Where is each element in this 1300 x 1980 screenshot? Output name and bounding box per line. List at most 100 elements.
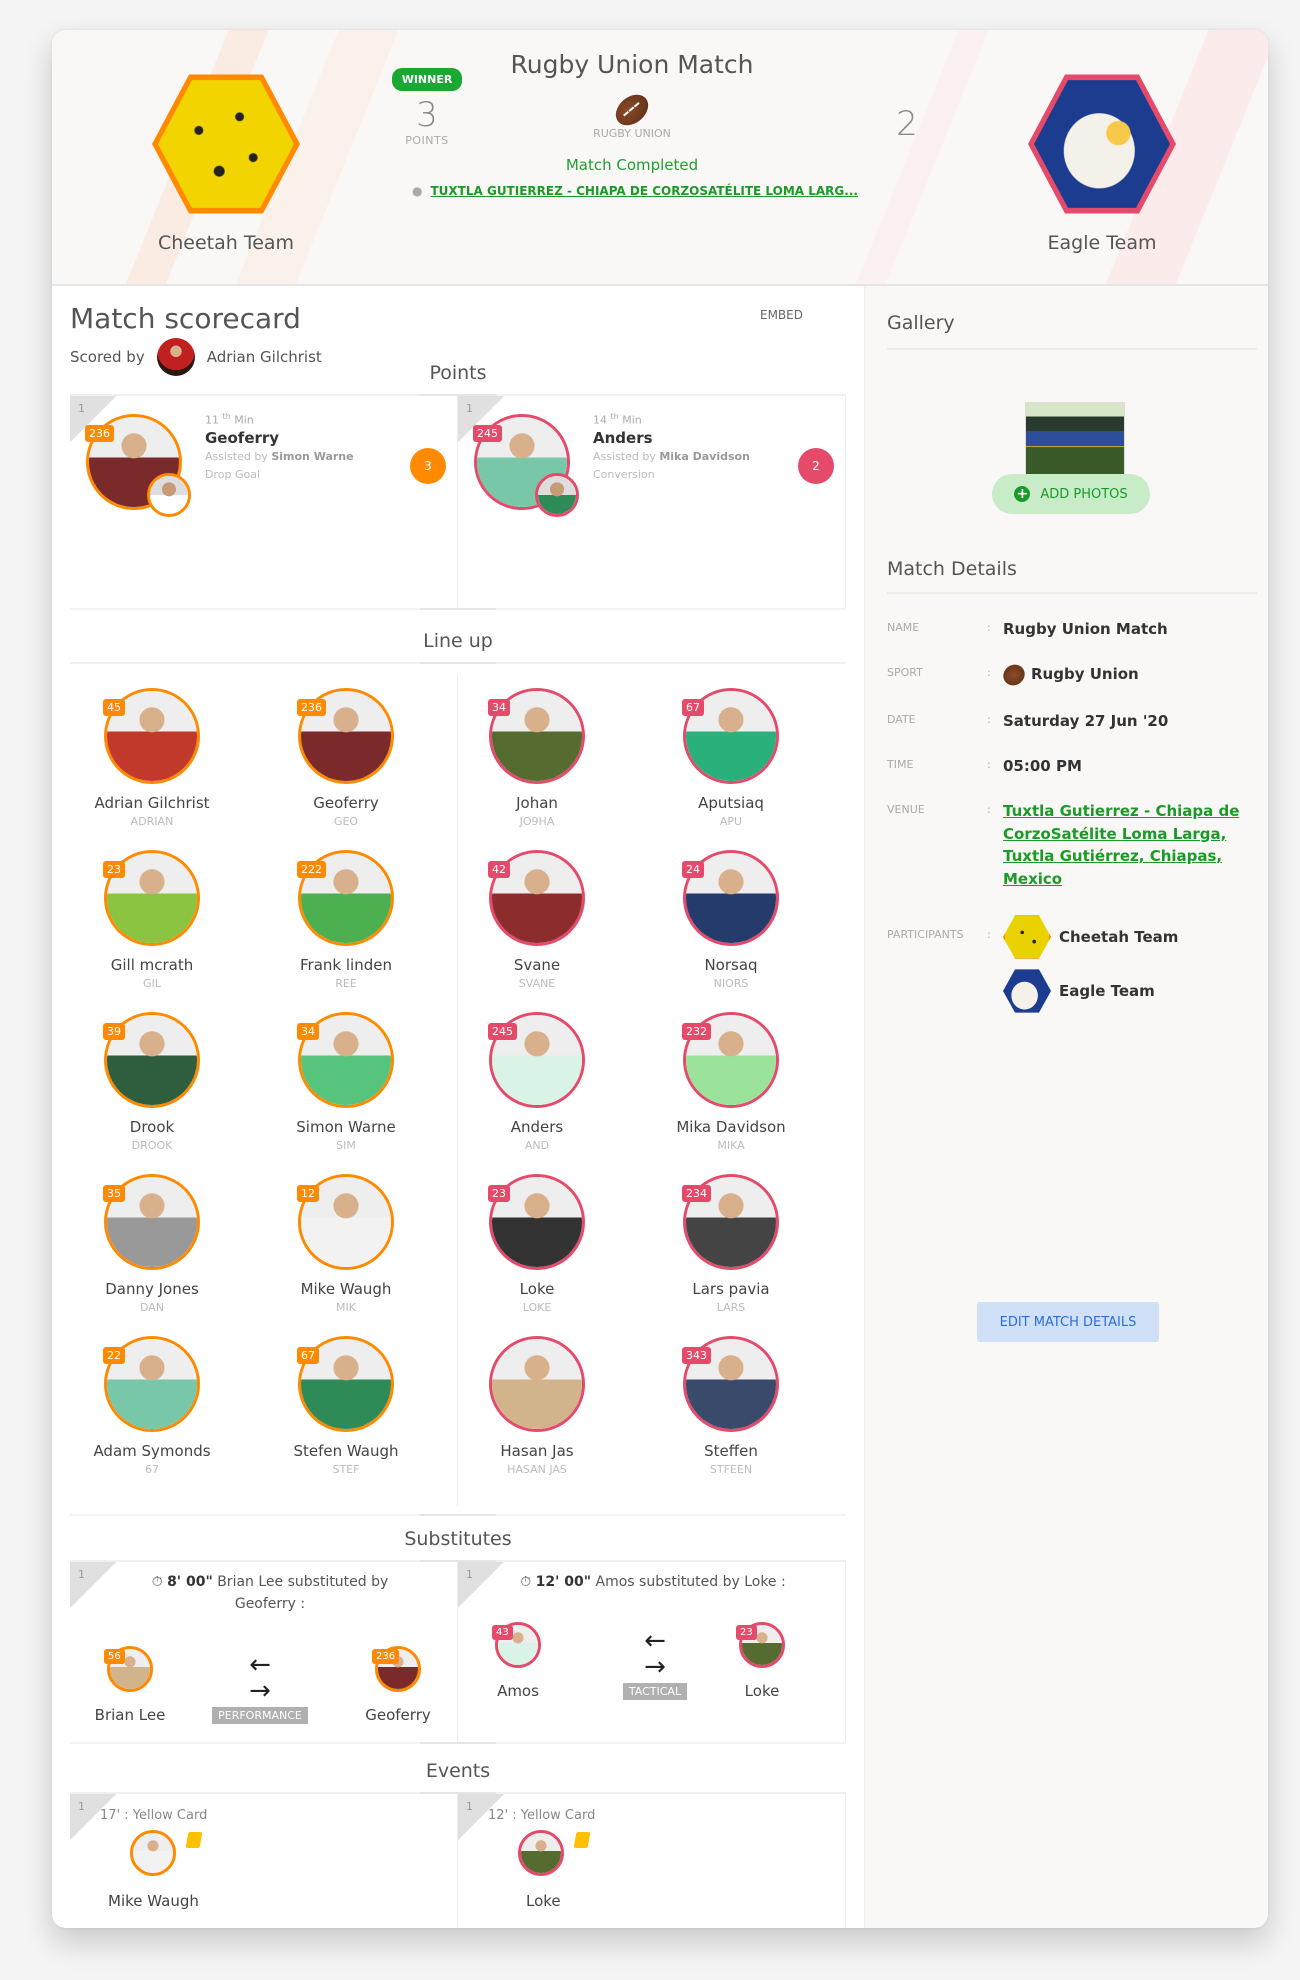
substitution-text: ⏱ 8' 00" Brian Lee substituted by Geofer… [140, 1572, 400, 1615]
detail-name: NAME : Rugby Union Match [887, 618, 1257, 641]
player-name: Hasan Jas [500, 1442, 574, 1460]
add-photos-button[interactable]: + ADD PHOTOS [992, 474, 1150, 514]
player-avatar[interactable]: 23 [103, 850, 200, 946]
minute-suffix: th [610, 412, 619, 421]
event-player-name[interactable]: Loke [526, 1892, 561, 1910]
home-team-name: Cheetah Team [157, 232, 295, 254]
lineup-player[interactable]: 23 Loke LOKE [447, 1174, 627, 1314]
player-avatar[interactable]: 43 [492, 1622, 541, 1668]
player-avatar[interactable]: 236 [372, 1646, 421, 1692]
lineup-player[interactable]: 24 Norsaq NIORS [641, 850, 821, 990]
venue-text[interactable]: TUXTLA GUTIERREZ - CHIAPA DE CORZOSATÉLI… [430, 184, 857, 198]
clock-icon: ⏱ [520, 1574, 536, 1590]
player-avatar[interactable]: 45 [103, 688, 200, 784]
venue-link[interactable]: Tuxtla Gutierrez - Chiapa de CorzoSatéli… [1003, 800, 1257, 890]
player-avatar[interactable]: 234 [682, 1174, 779, 1270]
jersey-number-badge: 222 [297, 861, 326, 878]
assist-avatar[interactable] [147, 473, 191, 517]
player-avatar[interactable]: 23 [488, 1174, 585, 1270]
scorer-name[interactable]: Anders [593, 429, 750, 447]
home-team[interactable]: Cheetah Team [116, 70, 336, 254]
lineup-player[interactable]: 67 Aputsiaq APU [641, 688, 821, 828]
player-avatar[interactable]: 39 [103, 1012, 200, 1108]
player-avatar[interactable]: 42 [488, 850, 585, 946]
player-photo [538, 476, 576, 514]
detail-participants: PARTICIPANTS : Cheetah Team Eagle Team [887, 914, 1257, 1022]
substitution-out-player[interactable]: 43 Amos [468, 1622, 568, 1700]
player-avatar[interactable]: 34 [488, 688, 585, 784]
player-photo [133, 1833, 173, 1873]
scorecard-panel: Match scorecard EMBED Scored by Adrian G… [52, 286, 864, 1928]
lineup-player[interactable]: 236 Geoferry GEO [256, 688, 436, 828]
player-avatar[interactable]: 56 [104, 1646, 153, 1692]
lineup-player[interactable]: 42 Svane SVANE [447, 850, 627, 990]
detail-colon: : [987, 713, 991, 726]
jersey-number-badge: 24 [682, 861, 704, 878]
assist-avatar[interactable] [535, 473, 579, 517]
lineup-player[interactable]: 12 Mike Waugh MIK [256, 1174, 436, 1314]
lineup-player[interactable]: 34 Simon Warne SIM [256, 1012, 436, 1152]
player-avatar[interactable]: 67 [297, 1336, 394, 1432]
player-avatar[interactable]: 343 [682, 1336, 779, 1432]
assist-name[interactable]: Simon Warne [271, 450, 353, 463]
player-avatar[interactable]: 236 [85, 414, 191, 517]
match-card: Cheetah Team WINNER 3 POINTS Rugby Union… [52, 30, 1268, 1928]
lineup-player[interactable]: 45 Adrian Gilchrist ADRIAN [62, 688, 242, 828]
away-score: 2 [862, 100, 952, 143]
period-corner: 1 [70, 1562, 116, 1608]
player-name: Aputsiaq [698, 794, 764, 812]
participant-item[interactable]: Cheetah Team [1003, 914, 1257, 960]
substitution-text: ⏱ 12' 00" Amos substituted by Loke : [498, 1572, 808, 1594]
detail-date: DATE : Saturday 27 Jun '20 [887, 710, 1257, 733]
substitution-in-player[interactable]: 236 Geoferry [348, 1646, 448, 1724]
lineup-player[interactable]: Hasan Jas HASAN JAS [447, 1336, 627, 1476]
event-player-name[interactable]: Mike Waugh [108, 1892, 199, 1910]
substitution-out-player[interactable]: 56 Brian Lee [80, 1646, 180, 1724]
player-avatar[interactable]: 12 [297, 1174, 394, 1270]
player-avatar[interactable]: 22 [103, 1336, 200, 1432]
embed-button[interactable]: EMBED [760, 308, 803, 322]
player-avatar[interactable]: 222 [297, 850, 394, 946]
player-avatar[interactable]: 34 [297, 1012, 394, 1108]
player-name: Loke [519, 1280, 555, 1298]
lineup-player[interactable]: 22 Adam Symonds 67 [62, 1336, 242, 1476]
lineup-player[interactable]: 222 Frank linden REE [256, 850, 436, 990]
lineup-player[interactable]: 234 Lars pavia LARS [641, 1174, 821, 1314]
lineup-player[interactable]: 67 Stefen Waugh STEF [256, 1336, 436, 1476]
player-avatar[interactable] [130, 1830, 176, 1876]
player-avatar[interactable]: 67 [682, 688, 779, 784]
assist-name[interactable]: Mika Davidson [659, 450, 750, 463]
player-short-name: AND [524, 1139, 550, 1152]
venue-link[interactable]: ● TUXTLA GUTIERREZ - CHIAPA DE CORZOSATÉL… [412, 184, 858, 198]
edit-match-details-button[interactable]: EDIT MATCH DETAILS [977, 1302, 1159, 1342]
away-team[interactable]: Eagle Team [992, 70, 1212, 254]
lineup-player[interactable]: 245 Anders AND [447, 1012, 627, 1152]
player-avatar[interactable]: 24 [682, 850, 779, 946]
lineup-player[interactable]: 23 Gill mcrath GIL [62, 850, 242, 990]
point-info: 11 th Min Geoferry Assisted by Simon Warne… [205, 412, 354, 481]
substitution-in-player[interactable]: 23 Loke [712, 1622, 812, 1700]
player-avatar[interactable]: 232 [682, 1012, 779, 1108]
player-avatar[interactable] [518, 1830, 564, 1876]
lineup-player[interactable]: 39 Drook DROOK [62, 1012, 242, 1152]
player-avatar[interactable] [489, 1336, 585, 1432]
swap-arrows-icon: ← → [644, 1626, 666, 1682]
lineup-player[interactable]: 232 Mika Davidson MIKA [641, 1012, 821, 1152]
player-short-name: NIORS [713, 977, 749, 990]
lineup-player[interactable]: 343 Steffen STFEEN [641, 1336, 821, 1476]
participant-item[interactable]: Eagle Team [1003, 968, 1257, 1014]
gallery-photo[interactable] [1025, 402, 1125, 478]
player-avatar[interactable]: 236 [297, 688, 394, 784]
jersey-number-badge: 23 [736, 1625, 757, 1640]
player-short-name: SIM [336, 1139, 356, 1152]
jersey-number-badge: 245 [473, 425, 502, 442]
lineup-player[interactable]: 35 Danny Jones DAN [62, 1174, 242, 1314]
player-avatar[interactable]: 35 [103, 1174, 200, 1270]
player-avatar[interactable]: 23 [736, 1622, 785, 1668]
detail-sport: SPORT : Rugby Union [887, 659, 1257, 690]
participants-list: Cheetah Team Eagle Team [1003, 914, 1257, 1022]
lineup-player[interactable]: 34 Johan JO9HA [447, 688, 627, 828]
player-avatar[interactable]: 245 [488, 1012, 585, 1108]
scorer-name[interactable]: Geoferry [205, 429, 354, 447]
player-avatar[interactable]: 245 [473, 414, 579, 517]
